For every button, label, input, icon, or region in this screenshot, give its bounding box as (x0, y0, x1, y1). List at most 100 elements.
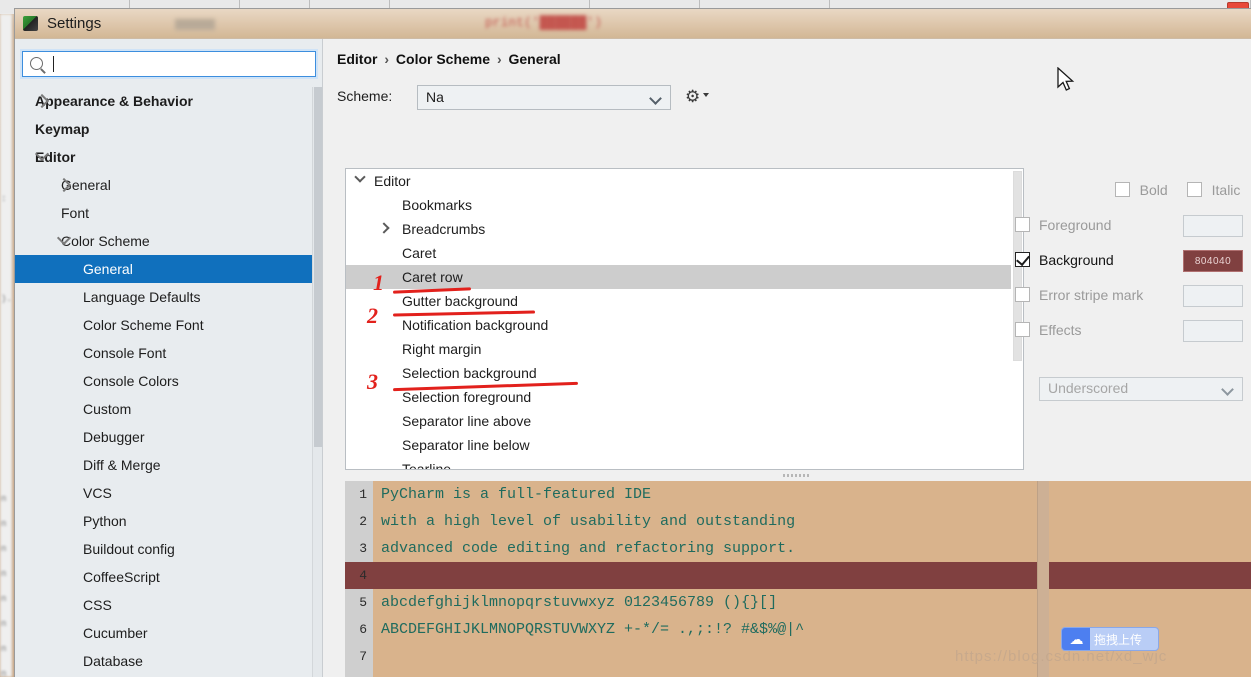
sidebar-item-cucumber[interactable]: Cucumber (15, 619, 315, 647)
sidebar-item-debugger[interactable]: Debugger (15, 423, 315, 451)
splitter-grip[interactable] (783, 474, 811, 477)
screenshot-root: : ). n n n n n n n n 🔥 Settings print('█… (0, 0, 1251, 677)
sidebar-item-label: General (83, 261, 133, 277)
preview-line-number: 8 (345, 670, 367, 677)
sidebar-item-vcs[interactable]: VCS (15, 479, 315, 507)
settings-category-tree[interactable]: Appearance & Behavior Keymap Editor General… (15, 87, 315, 677)
chevron-right-icon[interactable] (378, 222, 390, 234)
background-checkbox[interactable] (1015, 252, 1030, 267)
breadcrumb-part-editor[interactable]: Editor (337, 51, 377, 67)
color-list-item-right-margin[interactable]: Right margin (346, 337, 1023, 361)
sidebar-item-label: Font (61, 205, 90, 221)
foreground-checkbox[interactable] (1015, 217, 1030, 232)
color-list-item-tearline[interactable]: Tearline (346, 457, 1023, 470)
color-list-item-caret-row[interactable]: Caret row (346, 265, 1023, 289)
sidebar-item-color-scheme-font[interactable]: Color Scheme Font (15, 311, 315, 339)
sidebar-item-language-defaults[interactable]: Language Defaults (15, 283, 315, 311)
sidebar-item-appearance-behavior[interactable]: Appearance & Behavior (15, 87, 315, 115)
breadcrumb-part-color-scheme[interactable]: Color Scheme (396, 51, 490, 67)
color-list-item-label: Bookmarks (402, 197, 473, 213)
font-style-row: Bold Italic (1015, 181, 1243, 201)
color-list-item-gutter-background[interactable]: Gutter background (346, 289, 1023, 313)
chevron-down-icon[interactable] (354, 171, 366, 183)
effect-type-select[interactable]: Underscored (1039, 377, 1243, 401)
error-stripe-mark-label: Error stripe mark (1039, 287, 1144, 303)
sidebar-item-label: CSS (83, 597, 112, 613)
color-list-item-separator-line-below[interactable]: Separator line below (346, 433, 1023, 457)
scheme-select[interactable]: Na (417, 85, 671, 110)
sidebar-item-editor[interactable]: Editor (15, 143, 315, 171)
sidebar-item-console-colors[interactable]: Console Colors (15, 367, 315, 395)
preview-line-2: 2 with a high level of usability and outs… (345, 508, 1251, 535)
sidebar-item-coffeescript[interactable]: CoffeeScript (15, 563, 315, 591)
dialog-title: Settings (47, 15, 102, 32)
sidebar-item-keymap[interactable]: Keymap (15, 115, 315, 143)
pycharm-icon (23, 16, 38, 31)
color-list-item-selection-background[interactable]: Selection background (346, 361, 1023, 385)
search-input[interactable] (51, 55, 309, 73)
bold-checkbox[interactable] (1115, 182, 1130, 198)
effects-color-swatch[interactable] (1183, 320, 1243, 342)
sidebar-item-database[interactable]: Database (15, 647, 315, 675)
upload-badge[interactable]: ☁ 拖拽上传 (1061, 627, 1159, 651)
attribute-row-effects: Effects (1015, 320, 1243, 344)
bold-checkbox-group[interactable]: Bold (1115, 181, 1168, 198)
sidebar-item-python[interactable]: Python (15, 507, 315, 535)
italic-checkbox-group[interactable]: Italic (1187, 181, 1240, 198)
foreground-label: Foreground (1039, 217, 1112, 233)
effects-checkbox[interactable] (1015, 322, 1030, 337)
preview-line-text: abcdefghijklmnopqrstuvwxyz 0123456789 ()… (381, 594, 778, 611)
chevron-down-icon (1221, 383, 1234, 396)
color-list-item-separator-line-above[interactable]: Separator line above (346, 409, 1023, 433)
breadcrumb-part-general[interactable]: General (509, 51, 561, 67)
sidebar-item-custom[interactable]: Custom (15, 395, 315, 423)
sidebar-scrollbar-track[interactable] (312, 87, 322, 677)
color-list-item-label: Gutter background (402, 293, 518, 309)
sidebar-item-label: Debugger (83, 429, 145, 445)
preview-line-3: 3 advanced code editing and refactoring s… (345, 535, 1251, 562)
color-list-item-label: Tearline (402, 461, 452, 470)
color-list-item-editor[interactable]: Editor (346, 169, 1023, 193)
sidebar-item-font[interactable]: Font (15, 199, 315, 227)
pane-splitter[interactable] (323, 471, 1251, 481)
color-list-item-label: Caret (402, 245, 437, 261)
error-stripe-mark-checkbox[interactable] (1015, 287, 1030, 302)
search-box[interactable] (22, 51, 316, 77)
breadcrumb-separator: › (496, 51, 502, 67)
color-list-item-label: Breadcrumbs (402, 221, 486, 237)
sidebar-item-color-scheme[interactable]: Color Scheme (15, 227, 315, 255)
sidebar-item-css[interactable]: CSS (15, 591, 315, 619)
color-list-item-caret[interactable]: Caret (346, 241, 1023, 265)
color-list-item-breadcrumbs[interactable]: Breadcrumbs (346, 217, 1023, 241)
preview-line-number: 7 (359, 649, 367, 664)
sidebar-item-label: Console Font (83, 345, 167, 361)
color-list-item-notification-background[interactable]: Notification background (346, 313, 1023, 337)
sidebar-item-label: Language Defaults (83, 289, 201, 305)
foreground-color-swatch[interactable] (1183, 215, 1243, 237)
sidebar-item-diff-merge[interactable]: Diff & Merge (15, 451, 315, 479)
color-list-rows[interactable]: Editor Bookmarks Breadcrumbs Caret Caret row… (346, 169, 1023, 470)
sidebar-item-buildout-config[interactable]: Buildout config (15, 535, 315, 563)
sidebar-item-label: CoffeeScript (83, 569, 160, 585)
color-list-item-label: Selection background (402, 365, 537, 381)
italic-checkbox[interactable] (1187, 182, 1202, 198)
sidebar-item-general[interactable]: General (15, 171, 315, 199)
attribute-row-background: Background 804040 (1015, 250, 1243, 274)
preview-line-number: 3 (359, 541, 367, 556)
color-list-item-label: Notification background (402, 317, 549, 333)
preview-line-number: 2 (359, 514, 367, 529)
color-list-item-label: Selection foreground (402, 389, 532, 405)
color-settings-list[interactable]: Editor Bookmarks Breadcrumbs Caret Caret row… (345, 168, 1024, 470)
upload-cloud-icon: ☁ (1069, 631, 1084, 647)
dialog-titlebar: Settings print('██████') (15, 9, 1251, 39)
gear-icon[interactable]: ⚙ (685, 87, 710, 107)
effect-type-value: Underscored (1048, 380, 1129, 396)
sidebar-item-general[interactable]: General (15, 255, 315, 283)
color-list-item-label: Separator line below (402, 437, 530, 453)
background-color-swatch[interactable]: 804040 (1183, 250, 1243, 272)
error-stripe-mark-color-swatch[interactable] (1183, 285, 1243, 307)
color-list-item-bookmarks[interactable]: Bookmarks (346, 193, 1023, 217)
sidebar-scrollbar-thumb[interactable] (314, 87, 322, 447)
sidebar-item-console-font[interactable]: Console Font (15, 339, 315, 367)
color-list-scrollbar-track[interactable] (1011, 169, 1023, 469)
